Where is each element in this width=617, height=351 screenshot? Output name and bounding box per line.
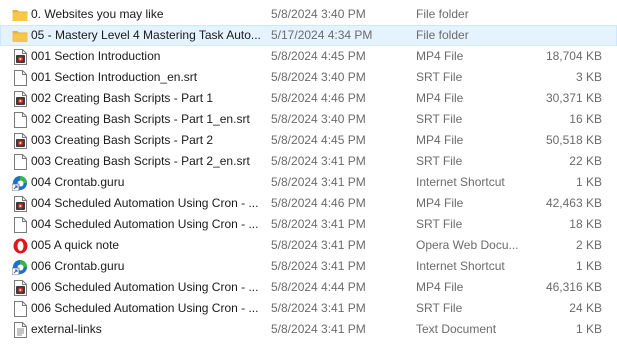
file-name: external-links	[31, 322, 102, 336]
file-date-modified: 5/8/2024 4:44 PM	[271, 280, 366, 294]
video-file-icon	[12, 46, 28, 67]
file-date-modified: 5/8/2024 3:41 PM	[271, 217, 366, 231]
file-size: 1 KB	[575, 175, 602, 189]
file-size: 50,518 KB	[545, 133, 602, 147]
file-name: 002 Creating Bash Scripts - Part 1_en.sr…	[31, 112, 250, 126]
video-file-icon	[12, 277, 28, 298]
video-file-icon	[12, 130, 28, 151]
file-size: 24 KB	[569, 301, 602, 315]
file-row[interactable]: 002 Creating Bash Scripts - Part 1_en.sr…	[0, 109, 617, 130]
file-name: 002 Creating Bash Scripts - Part 1	[31, 91, 214, 105]
file-size: 30,371 KB	[545, 91, 602, 105]
file-row[interactable]: 0. Websites you may like 5/8/2024 3:40 P…	[0, 4, 617, 25]
file-row[interactable]: 003 Creating Bash Scripts - Part 2 5/8/2…	[0, 130, 617, 151]
file-name: 003 Creating Bash Scripts - Part 2	[31, 133, 214, 147]
file-date-modified: 5/8/2024 4:46 PM	[271, 91, 366, 105]
document-icon	[12, 214, 28, 235]
document-icon	[12, 298, 28, 319]
file-date-modified: 5/8/2024 3:40 PM	[271, 112, 366, 126]
text-document-icon	[12, 319, 28, 340]
file-size: 42,463 KB	[545, 196, 602, 210]
file-row[interactable]: external-links 5/8/2024 3:41 PM Text Doc…	[0, 319, 617, 340]
file-name: 006 Scheduled Automation Using Cron - ..…	[31, 301, 259, 315]
file-date-modified: 5/8/2024 3:41 PM	[271, 259, 366, 273]
file-row[interactable]: 003 Creating Bash Scripts - Part 2_en.sr…	[0, 151, 617, 172]
file-row[interactable]: 006 Scheduled Automation Using Cron - ..…	[0, 277, 617, 298]
document-icon	[12, 151, 28, 172]
file-date-modified: 5/8/2024 3:41 PM	[271, 238, 366, 252]
file-date-modified: 5/17/2024 4:34 PM	[271, 28, 373, 42]
file-row[interactable]: 004 Scheduled Automation Using Cron - ..…	[0, 193, 617, 214]
edge-shortcut-icon	[12, 172, 28, 193]
file-row[interactable]: 05 - Mastery Level 4 Mastering Task Auto…	[0, 25, 617, 46]
file-name: 004 Scheduled Automation Using Cron - ..…	[31, 217, 259, 231]
file-date-modified: 5/8/2024 3:41 PM	[271, 301, 366, 315]
folder-icon	[12, 4, 28, 25]
folder-icon	[12, 25, 28, 46]
file-date-modified: 5/8/2024 4:45 PM	[271, 49, 366, 63]
file-name: 0. Websites you may like	[31, 7, 164, 21]
file-name: 005 A quick note	[31, 238, 120, 252]
file-date-modified: 5/8/2024 3:41 PM	[271, 322, 366, 336]
file-size: 16 KB	[569, 112, 602, 126]
file-size: 2 KB	[575, 238, 602, 252]
file-date-modified: 5/8/2024 4:45 PM	[271, 133, 366, 147]
edge-shortcut-icon	[12, 256, 28, 277]
file-date-modified: 5/8/2024 3:40 PM	[271, 70, 366, 84]
file-name: 001 Section Introduction_en.srt	[31, 70, 198, 84]
file-name: 001 Section Introduction	[31, 49, 161, 63]
file-date-modified: 5/8/2024 3:41 PM	[271, 175, 366, 189]
file-size: 46,316 KB	[545, 280, 602, 294]
file-size: 1 KB	[575, 322, 602, 336]
file-row[interactable]: 004 Crontab.guru 5/8/2024 3:41 PM Intern…	[0, 172, 617, 193]
file-type: File folder	[416, 7, 469, 21]
document-icon	[12, 109, 28, 130]
document-icon	[12, 67, 28, 88]
file-row[interactable]: 004 Scheduled Automation Using Cron - ..…	[0, 214, 617, 235]
file-name: 004 Crontab.guru	[31, 175, 125, 189]
file-row[interactable]: 006 Scheduled Automation Using Cron - ..…	[0, 298, 617, 319]
file-row[interactable]: 006 Crontab.guru 5/8/2024 3:41 PM Intern…	[0, 256, 617, 277]
file-size: 22 KB	[569, 154, 602, 168]
file-row[interactable]: 001 Section Introduction_en.srt 5/8/2024…	[0, 67, 617, 88]
file-date-modified: 5/8/2024 3:40 PM	[271, 7, 366, 21]
video-file-icon	[12, 193, 28, 214]
file-date-modified: 5/8/2024 4:46 PM	[271, 196, 366, 210]
file-size: 18 KB	[569, 217, 602, 231]
file-date-modified: 5/8/2024 3:41 PM	[271, 154, 366, 168]
file-name: 006 Scheduled Automation Using Cron - ..…	[31, 280, 259, 294]
file-name: 05 - Mastery Level 4 Mastering Task Auto…	[31, 28, 261, 42]
opera-icon	[12, 235, 28, 256]
file-list: 0. Websites you may like 5/8/2024 3:40 P…	[0, 4, 617, 340]
file-size: 18,704 KB	[545, 49, 602, 63]
video-file-icon	[12, 88, 28, 109]
file-row[interactable]: 002 Creating Bash Scripts - Part 1 5/8/2…	[0, 88, 617, 109]
file-size: 3 KB	[575, 70, 602, 84]
file-row[interactable]: 001 Section Introduction 5/8/2024 4:45 P…	[0, 46, 617, 67]
file-type: File folder	[416, 28, 469, 42]
file-row[interactable]: 005 A quick note 5/8/2024 3:41 PM Opera …	[0, 235, 617, 256]
file-size: 1 KB	[575, 259, 602, 273]
file-name: 004 Scheduled Automation Using Cron - ..…	[31, 196, 259, 210]
file-name: 003 Creating Bash Scripts - Part 2_en.sr…	[31, 154, 250, 168]
file-name: 006 Crontab.guru	[31, 259, 125, 273]
